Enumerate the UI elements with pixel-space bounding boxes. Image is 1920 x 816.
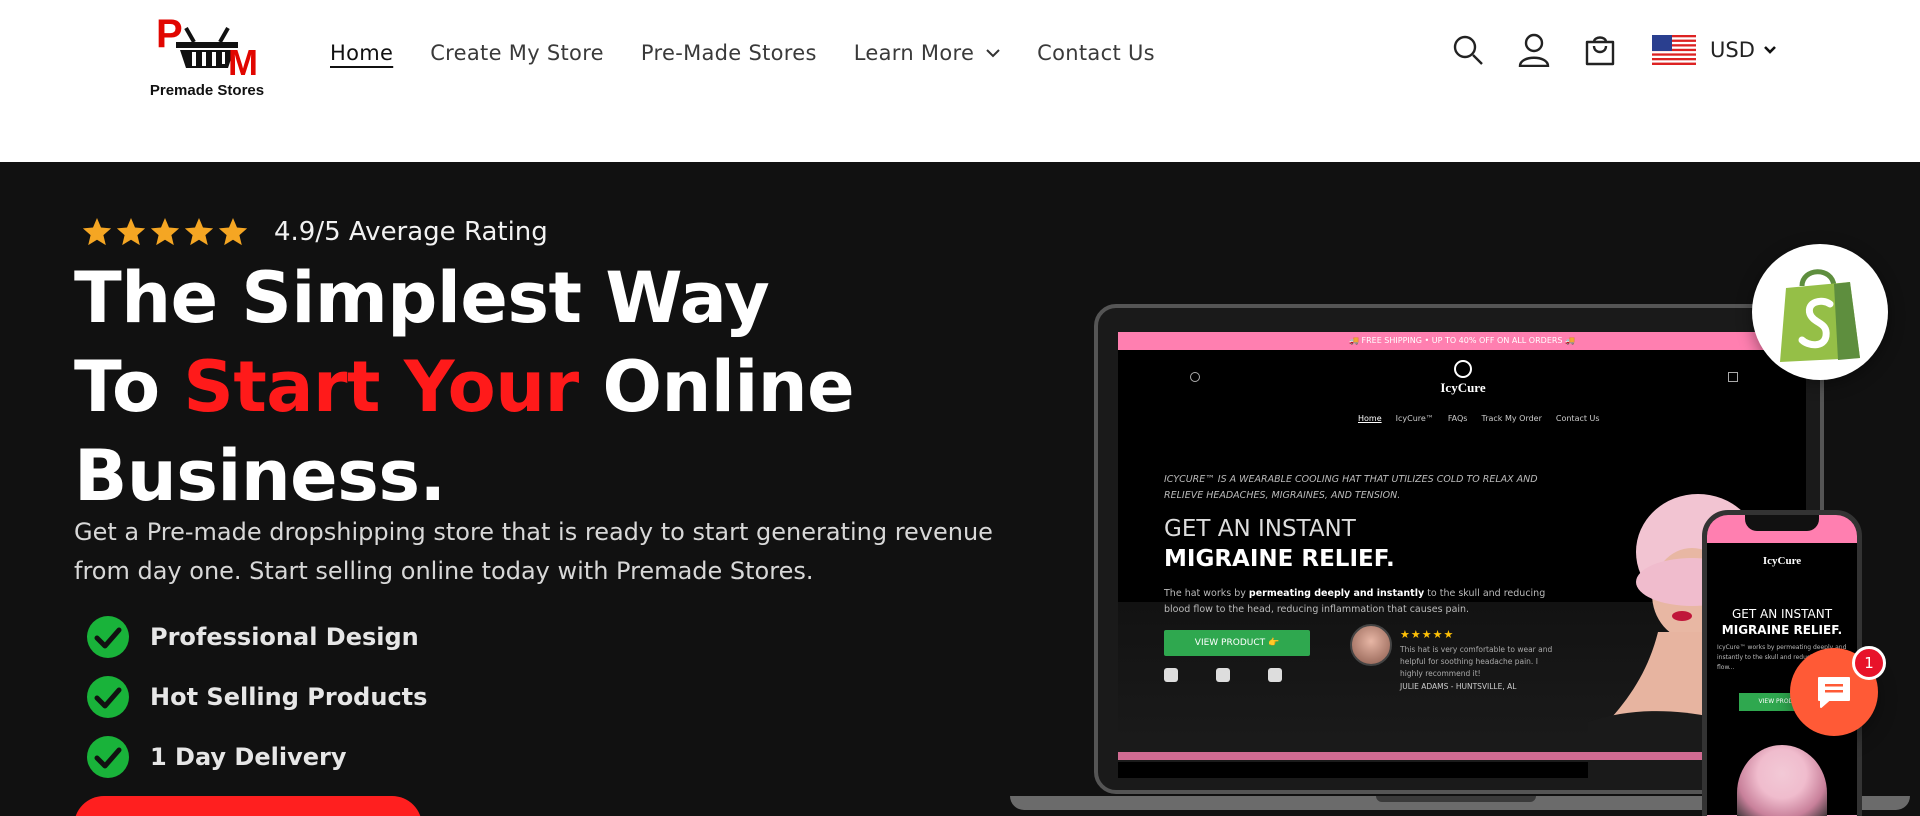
mockup-body: The hat works by permeating deeply and i… xyxy=(1164,586,1564,618)
mockup-nav-item: Home xyxy=(1358,414,1382,423)
search-button[interactable] xyxy=(1450,32,1486,68)
cart-icon xyxy=(1585,36,1615,66)
chat-notification-badge: 1 xyxy=(1852,646,1886,680)
logo-letter-m: M xyxy=(228,42,258,83)
returns-icon xyxy=(1216,668,1230,682)
nav-item-home[interactable]: Home xyxy=(330,41,393,65)
currency-selector[interactable]: USD xyxy=(1652,35,1777,65)
mockup-search-icon xyxy=(1190,372,1200,382)
feature-label: 1 Day Delivery xyxy=(150,743,347,771)
laptop-notch xyxy=(1376,796,1536,802)
search-icon xyxy=(1453,35,1483,65)
header-actions: USD xyxy=(1450,32,1777,68)
phone-heading-2: MIGRAINE RELIEF. xyxy=(1721,623,1843,637)
rating-text: 4.9/5 Average Rating xyxy=(274,217,548,247)
cta-button[interactable] xyxy=(74,796,422,816)
nav-item-pre-made-stores[interactable]: Pre-Made Stores xyxy=(641,41,817,65)
logo-text: Premade Stores xyxy=(149,82,265,99)
feature-item: Professional Design xyxy=(86,607,427,667)
shopify-badge xyxy=(1752,244,1888,380)
currency-code: USD xyxy=(1710,38,1755,62)
hero-headline: The Simplest Way To Start Your Online Bu… xyxy=(74,254,974,521)
nav-item-label: Contact Us xyxy=(1037,41,1155,65)
us-flag-icon xyxy=(1652,35,1696,65)
rating-stars xyxy=(80,216,250,248)
mockup-brand-mark xyxy=(1454,360,1472,378)
chevron-down-icon xyxy=(986,48,1000,57)
star-icon xyxy=(82,218,112,246)
mockup-banner: 🚚 FREE SHIPPING • UP TO 40% OFF ON ALL O… xyxy=(1118,332,1806,350)
mockup-nav-item: Contact Us xyxy=(1555,414,1600,423)
chevron-down-icon xyxy=(1763,46,1776,54)
mockup-nav-item: Track My Order xyxy=(1481,414,1542,423)
nav-item-label: Learn More xyxy=(853,41,975,65)
check-circle-icon xyxy=(87,676,129,718)
rating: 4.9/5 Average Rating xyxy=(80,216,548,248)
mockup-cart-icon xyxy=(1728,372,1738,382)
hero-section: 4.9/5 Average Rating The Simplest Way To… xyxy=(0,162,1920,816)
phone-notch xyxy=(1745,515,1819,531)
feature-item: Hot Selling Products xyxy=(86,667,427,727)
mockup-brand-text: IcyCure xyxy=(1440,380,1486,395)
nav-item-label: Create My Store xyxy=(430,41,604,65)
mockup-trust-badges xyxy=(1164,668,1320,682)
chat-bubble-icon xyxy=(1818,677,1850,708)
feature-list: Professional Design Hot Selling Products… xyxy=(86,607,427,787)
phone-heading-1: GET AN INSTANT xyxy=(1731,607,1833,621)
mockup-review-stars: ★★★★★ xyxy=(1400,628,1455,641)
feature-label: Hot Selling Products xyxy=(150,683,428,711)
headline-line-1: The Simplest Way xyxy=(74,257,770,339)
mockup-nav: Home IcyCure™ FAQs Track My Order Contac… xyxy=(1358,414,1614,423)
headline-line-2-prefix: To xyxy=(74,346,184,428)
shopify-bag-icon xyxy=(1780,269,1860,362)
headline-line-2-suffix: Online xyxy=(578,346,855,428)
feature-label: Professional Design xyxy=(150,623,419,651)
mockup-review-author: JULIE ADAMS - HUNTSVILLE, AL xyxy=(1400,682,1517,691)
headline-highlight: Start Your xyxy=(183,346,579,428)
star-icon xyxy=(218,218,248,246)
mockup-nav-item: FAQs xyxy=(1447,414,1468,423)
logo[interactable]: P M Premade Stores xyxy=(140,12,270,102)
star-icon xyxy=(184,218,214,246)
main-nav: Home Create My Store Pre-Made Stores Lea… xyxy=(330,38,1192,68)
nav-item-learn-more[interactable]: Learn More xyxy=(854,41,1000,65)
star-icon xyxy=(150,218,180,246)
headline-line-3: Business. xyxy=(74,435,446,517)
check-circle-icon xyxy=(87,616,129,658)
site-header: P M Premade Stores Home Create My Store … xyxy=(0,0,1920,162)
mockup-review-text: This hat is very comfortable to wear and… xyxy=(1400,645,1553,678)
secure-checkout-icon xyxy=(1164,668,1178,682)
mockup-body-bold: permeating deeply and instantly xyxy=(1248,588,1425,599)
hero-subtext: Get a Pre-made dropshipping store that i… xyxy=(74,518,993,585)
cart-button[interactable] xyxy=(1582,32,1618,68)
mockup-nav-item: IcyCure™ xyxy=(1395,414,1434,423)
nav-item-create-my-store[interactable]: Create My Store xyxy=(430,41,604,65)
phone-model-image xyxy=(1737,745,1827,816)
account-button[interactable] xyxy=(1516,32,1552,68)
account-icon xyxy=(1518,33,1550,67)
nav-item-label: Home xyxy=(330,41,394,65)
feature-item: 1 Day Delivery xyxy=(86,727,427,787)
mockup-body-prefix: The hat works by xyxy=(1164,588,1249,599)
mockup-reviewer-avatar xyxy=(1350,624,1392,666)
nav-item-label: Pre-Made Stores xyxy=(640,41,817,65)
mockup-heading-1: GET AN INSTANT xyxy=(1164,516,1356,542)
phone-brand: IcyCure xyxy=(1762,555,1802,567)
mockup-heading-2: MIGRAINE RELIEF. xyxy=(1164,546,1395,572)
mockup-view-product-button: VIEW PRODUCT 👉 xyxy=(1164,630,1310,656)
mockup-tagline: ICYCURE™ IS A WEARABLE COOLING HAT THAT … xyxy=(1164,474,1538,501)
check-circle-icon xyxy=(87,736,129,778)
star-icon xyxy=(116,218,146,246)
mockup-brand: IcyCure xyxy=(1428,360,1498,396)
nav-item-contact-us[interactable]: Contact Us xyxy=(1037,41,1155,65)
guarantee-icon xyxy=(1268,668,1282,682)
